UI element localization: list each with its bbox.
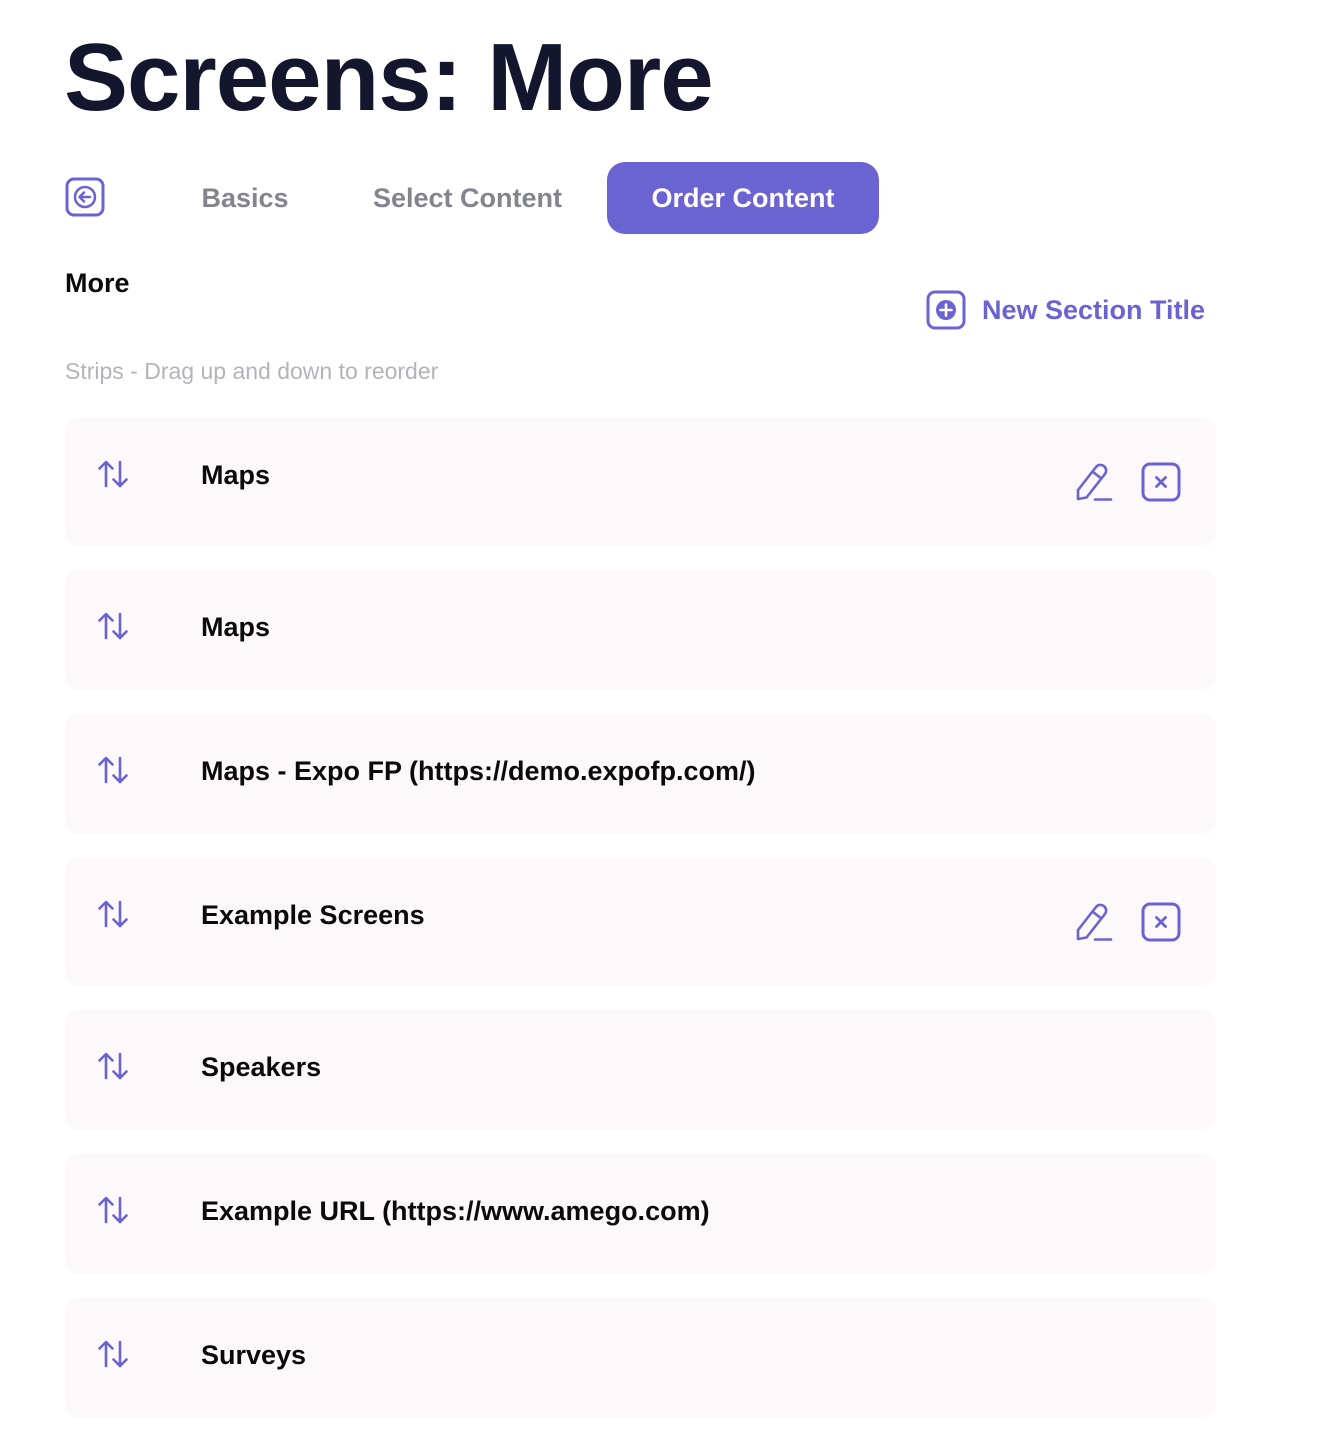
remove-button[interactable] [1141,902,1181,942]
sort-arrows-icon [98,1340,128,1368]
reorder-hint: Strips - Drag up and down to reorder [65,358,439,384]
drag-handle[interactable] [95,456,131,492]
drag-handle[interactable] [95,896,131,932]
pencil-icon [1076,463,1113,501]
drag-handle[interactable] [95,1336,131,1372]
strip-item[interactable]: Surveys [65,1298,1216,1418]
edit-button[interactable] [1073,901,1113,943]
strip-item[interactable]: Example URL (https://www.amego.com) [65,1154,1216,1274]
tab-select-content[interactable]: Select Content [355,162,580,234]
tab-order-content[interactable]: Order Content [607,162,879,234]
new-section-title-label: New Section Title [982,294,1206,325]
back-button[interactable] [65,177,105,217]
sort-arrows-icon [98,1196,128,1224]
plus-square-icon [926,290,966,330]
arrow-left-icon [65,177,105,217]
strip-label: Example URL (https://www.amego.com) [201,1196,710,1226]
drag-handle[interactable] [95,1048,131,1084]
drag-handle[interactable] [95,608,131,644]
strip-label: Surveys [201,1340,307,1370]
remove-button[interactable] [1141,462,1181,502]
page-title: Screens: More [64,24,714,131]
strip-item[interactable]: Maps [65,418,1216,546]
sort-arrows-icon [98,756,128,784]
strip-item[interactable]: Maps [65,570,1216,690]
pencil-icon [1076,903,1113,941]
new-section-title-button[interactable]: New Section Title [926,290,1205,330]
strip-label: Maps - Expo FP (https://demo.expofp.com/… [201,756,756,786]
x-square-icon [1141,462,1181,502]
drag-handle[interactable] [95,752,131,788]
strip-label: Example Screens [201,900,425,930]
sort-arrows-icon [98,900,128,928]
sort-arrows-icon [98,460,128,488]
strip-item[interactable]: Speakers [65,1010,1216,1130]
strip-label: Maps [201,612,271,642]
page: Screens: More Basics Select Content Orde… [0,0,1318,1438]
sort-arrows-icon [98,1052,128,1080]
strip-label: Maps [201,460,271,490]
edit-button[interactable] [1073,461,1113,503]
sort-arrows-icon [98,612,128,640]
strip-label: Speakers [201,1052,322,1082]
tab-basics[interactable]: Basics [190,162,300,234]
section-title: More [65,268,130,298]
drag-handle[interactable] [95,1192,131,1228]
x-square-icon [1141,902,1181,942]
strip-item[interactable]: Example Screens [65,858,1216,986]
strip-item[interactable]: Maps - Expo FP (https://demo.expofp.com/… [65,714,1216,834]
